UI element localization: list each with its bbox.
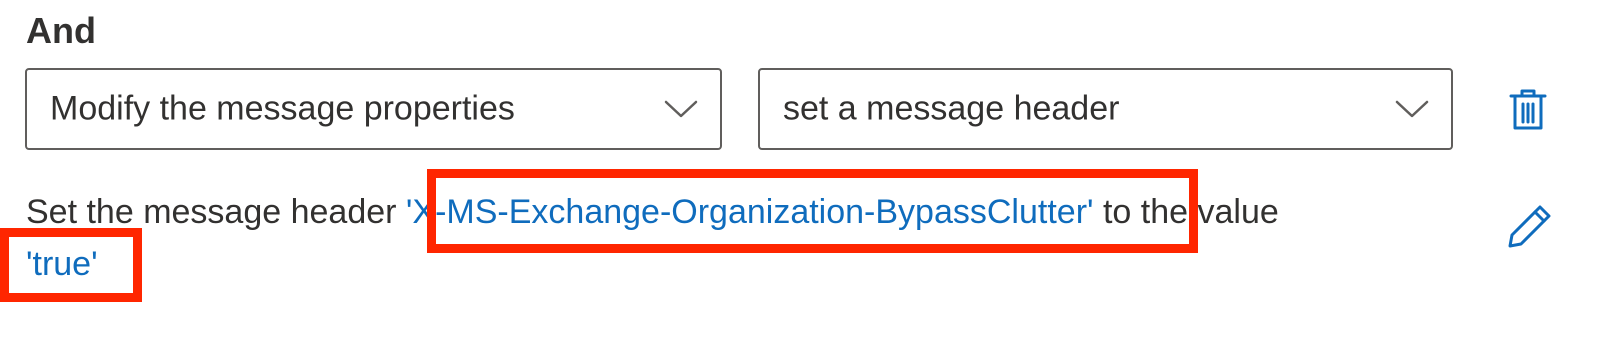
action-subaction-dropdown[interactable]: set a message header: [758, 68, 1453, 150]
chevron-down-icon: [1395, 100, 1429, 118]
description-prefix: Set the message header: [26, 193, 397, 231]
highlight-box-header-value: [0, 228, 142, 302]
action-subaction-value: set a message header: [783, 89, 1120, 128]
trash-icon[interactable]: [1508, 88, 1548, 132]
chevron-down-icon: [664, 100, 698, 118]
action-category-value: Modify the message properties: [50, 89, 515, 128]
condition-joiner-label: And: [26, 10, 96, 51]
highlight-box-header-name: [427, 169, 1198, 253]
pencil-icon[interactable]: [1506, 202, 1554, 250]
action-category-dropdown[interactable]: Modify the message properties: [25, 68, 722, 150]
